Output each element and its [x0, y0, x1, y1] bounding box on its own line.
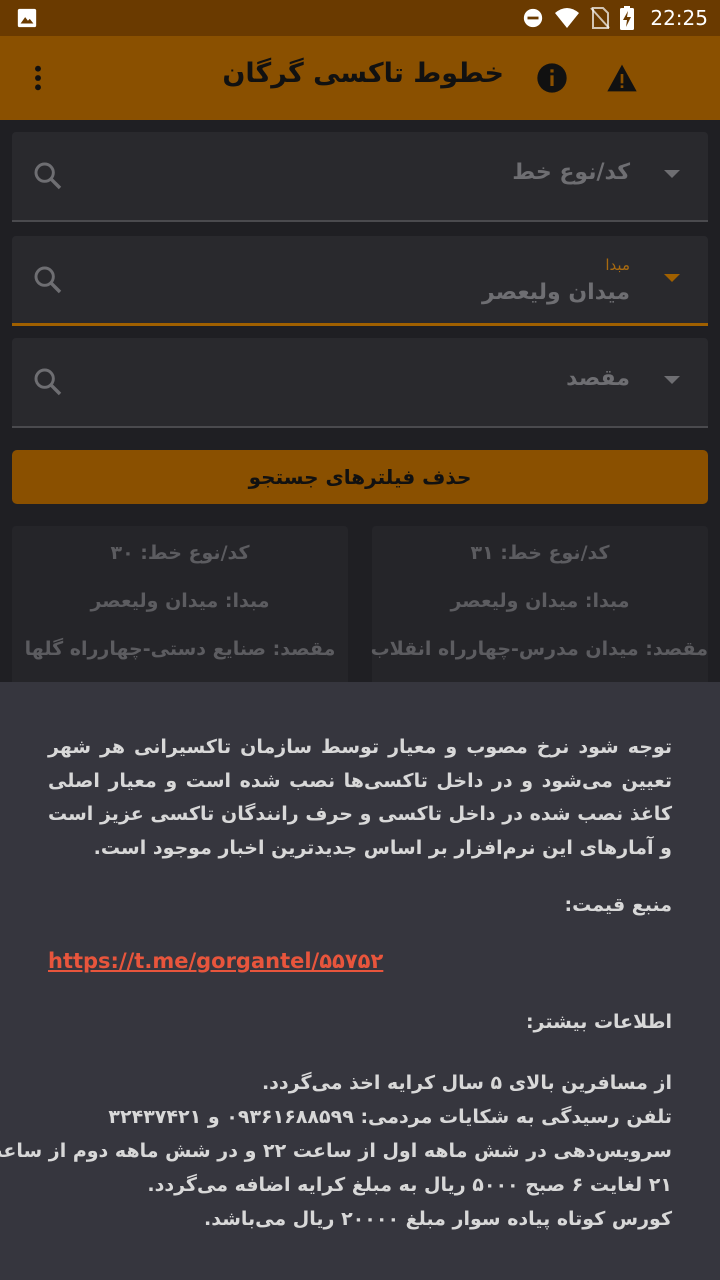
status-time: 22:25	[650, 6, 708, 30]
more-info-lines: از مسافرین بالای ۵ سال کرایه اخذ می‌گردد…	[0, 1066, 672, 1236]
status-bar: 22:25	[0, 0, 720, 36]
app-title: خطوط تاکسی گرگان	[222, 58, 504, 89]
line-code-placeholder: کد/نوع خط	[512, 160, 630, 185]
source-link[interactable]: https://t.me/gorgantel/۵۵۷۵۲	[48, 949, 383, 973]
dnd-icon	[524, 8, 543, 28]
clear-filters-button[interactable]: حذف فیلترهای جستجو	[12, 450, 708, 504]
no-sim-icon	[590, 7, 611, 29]
source-heading: منبع قیمت:	[564, 894, 672, 916]
more-info-line: سرویس‌دهی در شش ماهه اول از ساعت ۲۲ و در…	[0, 1140, 672, 1162]
chevron-down-icon[interactable]	[664, 274, 680, 282]
chevron-down-icon[interactable]	[664, 170, 680, 178]
wifi-icon	[555, 8, 580, 28]
notice-text: توجه شود نرخ مصوب و معیار توسط سازمان تا…	[48, 736, 672, 859]
search-icon[interactable]	[32, 366, 64, 398]
battery-charging-icon	[620, 6, 635, 30]
info-icon[interactable]	[536, 62, 568, 94]
origin-filter[interactable]: مبدا میدان ولیعصر	[12, 236, 708, 326]
route-origin: مبدا: میدان ولیعصر	[450, 590, 630, 612]
destination-filter[interactable]: مقصد	[12, 338, 708, 428]
route-destination: مقصد: میدان مدرس-چهارراه انقلاب	[370, 638, 708, 660]
info-bottom-sheet: توجه شود نرخ مصوب و معیار توسط سازمان تا…	[0, 682, 720, 1280]
more-info-line: از مسافرین بالای ۵ سال کرایه اخذ می‌گردد…	[261, 1072, 672, 1094]
destination-placeholder: مقصد	[566, 366, 630, 391]
route-card[interactable]: کد/نوع خط: ۳۱ مبدا: میدان ولیعصر مقصد: م…	[370, 526, 708, 686]
more-vert-icon[interactable]	[22, 62, 54, 94]
more-info-line: تلفن رسیدگی به شکایات مردمی: ۰۹۳۶۱۶۸۸۵۹۹…	[108, 1106, 672, 1128]
route-origin: مبدا: میدان ولیعصر	[90, 590, 270, 612]
route-code: کد/نوع خط: ۳۱	[470, 542, 610, 564]
search-icon[interactable]	[32, 160, 64, 192]
warning-icon[interactable]	[606, 62, 638, 94]
more-info-heading: اطلاعات بیشتر:	[525, 1011, 672, 1033]
route-code: کد/نوع خط: ۳۰	[110, 542, 250, 564]
route-destination: مقصد: صنایع دستی-چهارراه گلها	[24, 638, 336, 660]
more-info-line: ۲۱ لغایت ۶ صبح ۵۰۰۰ ریال به مبلغ کرایه ا…	[147, 1174, 672, 1196]
search-icon[interactable]	[32, 264, 64, 296]
more-info-line: کورس کوتاه پیاده سوار مبلغ ۲۰۰۰۰ ریال می…	[204, 1208, 672, 1230]
chevron-down-icon[interactable]	[664, 376, 680, 384]
route-card[interactable]: کد/نوع خط: ۳۰ مبدا: میدان ولیعصر مقصد: ص…	[12, 526, 348, 686]
line-code-filter[interactable]: کد/نوع خط	[12, 132, 708, 222]
app-bar: خطوط تاکسی گرگان	[0, 36, 720, 120]
status-icons: 22:25	[522, 0, 708, 36]
origin-label: مبدا	[605, 256, 630, 274]
image-icon	[17, 8, 37, 28]
origin-value: میدان ولیعصر	[482, 280, 630, 305]
